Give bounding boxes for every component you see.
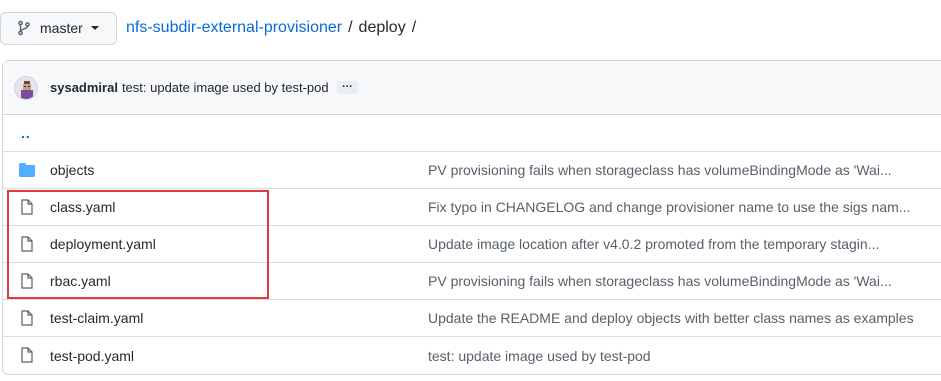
file-commit-message[interactable]: PV provisioning fails when storageclass … [428,273,892,289]
list-item[interactable]: class.yaml Fix typo in CHANGELOG and cha… [3,189,941,226]
file-name[interactable]: objects [50,162,94,178]
branch-label: master [40,20,83,36]
file-icon [18,347,36,363]
commit-message[interactable]: test: update image used by test-pod [122,80,329,95]
commit-expand-button[interactable]: … [336,79,358,94]
breadcrumb-current: deploy [358,19,406,36]
breadcrumb-repo-link[interactable]: nfs-subdir-external-provisioner [126,19,342,37]
file-name[interactable]: deployment.yaml [50,236,156,252]
avatar[interactable] [14,75,38,100]
file-commit-message[interactable]: test: update image used by test-pod [428,348,651,364]
file-commit-message[interactable]: PV provisioning fails when storageclass … [428,162,892,178]
list-item[interactable]: deployment.yaml Update image location af… [3,226,941,263]
folder-icon [18,162,36,178]
branch-select-button[interactable]: master [0,11,117,45]
file-commit-message[interactable]: Update image location after v4.0.2 promo… [428,236,879,252]
chevron-down-icon [90,26,99,30]
git-branch-icon [18,20,30,36]
top-bar: master nfs-subdir-external-provisioner /… [0,11,422,45]
parent-directory-row[interactable]: .. [3,115,941,152]
file-icon [18,199,36,215]
latest-commit-bar: sysadmiral test: update image used by te… [3,61,941,115]
list-item[interactable]: rbac.yaml PV provisioning fails when sto… [3,263,941,300]
file-name[interactable]: rbac.yaml [50,273,111,289]
breadcrumb-separator: / [411,19,417,36]
file-icon [18,273,36,289]
file-name[interactable]: test-pod.yaml [50,348,134,364]
file-icon [18,310,36,326]
breadcrumb: nfs-subdir-external-provisioner / deploy… [126,19,422,37]
file-name[interactable]: test-claim.yaml [50,310,143,326]
file-list: sysadmiral test: update image used by te… [2,60,941,375]
commit-author[interactable]: sysadmiral [50,80,118,95]
file-name[interactable]: class.yaml [50,199,115,215]
file-commit-message[interactable]: Update the README and deploy objects wit… [428,310,914,326]
file-icon [18,236,36,252]
file-commit-message[interactable]: Fix typo in CHANGELOG and change provisi… [428,199,910,215]
parent-directory-link[interactable]: .. [21,125,31,141]
list-item[interactable]: test-pod.yaml test: update image used by… [3,337,941,374]
breadcrumb-separator: / [348,19,353,36]
list-item[interactable]: objects PV provisioning fails when stora… [3,152,941,189]
list-item[interactable]: test-claim.yaml Update the README and de… [3,300,941,337]
